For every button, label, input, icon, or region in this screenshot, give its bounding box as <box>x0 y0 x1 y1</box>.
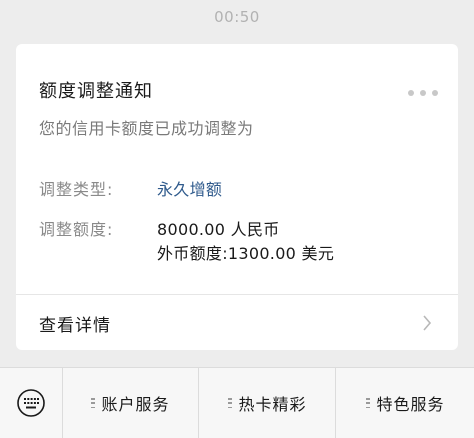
adjust-type-label: 调整类型: <box>39 180 114 199</box>
keyboard-icon <box>17 389 45 417</box>
view-details-label: 查看详情 <box>39 316 111 336</box>
foreign-amount-value: 外币额度:1300.00 美元 <box>157 244 335 263</box>
menu-account-services[interactable]: 账户服务 <box>63 368 199 438</box>
bottom-menu-bar: 账户服务 热卡精彩 特色服务 <box>0 367 474 438</box>
notification-card: 额度调整通知 您的信用卡额度已成功调整为 调整类型: 永久增额 调整额度: 80… <box>16 44 458 350</box>
menu-label: 特色服务 <box>376 395 445 414</box>
menu-list-icon <box>91 398 96 408</box>
adjust-amount-value: 8000.00 人民币 <box>157 220 280 239</box>
menu-list-icon <box>228 398 233 408</box>
dot <box>408 90 414 96</box>
adjust-type-value: 永久增额 <box>157 180 223 199</box>
menu-list-icon <box>366 398 371 408</box>
view-details-link[interactable]: 查看详情 <box>16 295 458 350</box>
dot <box>420 90 426 96</box>
dot <box>432 90 438 96</box>
adjust-amount-label: 调整额度: <box>39 220 114 239</box>
menu-label: 账户服务 <box>101 395 170 414</box>
more-dots-icon[interactable] <box>408 90 438 96</box>
message-timestamp: 00:50 <box>214 8 260 26</box>
menu-special-services[interactable]: 特色服务 <box>337 368 474 438</box>
card-subtitle: 您的信用卡额度已成功调整为 <box>39 119 254 138</box>
chevron-right-icon <box>423 315 432 331</box>
menu-hot-card[interactable]: 热卡精彩 <box>200 368 336 438</box>
keyboard-toggle-button[interactable] <box>0 368 63 438</box>
menu-label: 热卡精彩 <box>238 395 307 414</box>
card-title: 额度调整通知 <box>39 81 153 102</box>
